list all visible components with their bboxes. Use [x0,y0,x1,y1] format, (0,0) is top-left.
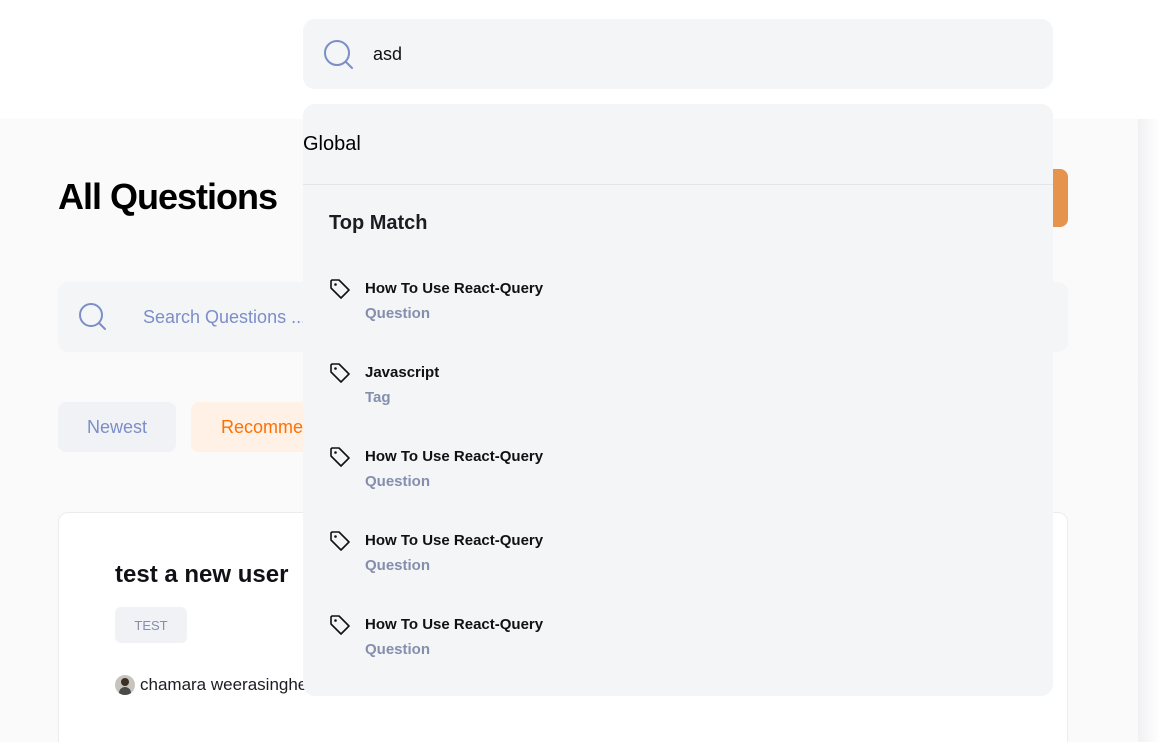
search-result-item[interactable]: Javascript Tag [329,362,829,412]
divider [303,184,1053,185]
tag-icon [330,447,350,467]
avatar [115,675,135,695]
result-type: Tag [365,389,391,406]
search-result-item[interactable]: How To Use React-Query Question [329,278,829,328]
global-search-input[interactable] [373,39,1013,69]
result-type: Question [365,557,431,574]
search-result-item[interactable]: How To Use React-Query Question [329,530,829,580]
page-title: All Questions [58,176,278,217]
filter-newest-button[interactable]: Newest [58,402,176,452]
question-tag[interactable]: TEST [115,607,187,643]
search-icon [324,40,353,69]
result-title: How To Use React-Query [365,280,544,297]
top-match-heading: Top Match [329,212,428,234]
global-search-bar[interactable] [303,19,1053,89]
result-title: How To Use React-Query [365,532,544,549]
search-result-item[interactable]: How To Use React-Query Question [329,446,829,496]
result-title: How To Use React-Query [365,448,544,465]
global-filter-label[interactable]: Global [303,133,361,156]
result-title: Javascript [365,364,440,381]
search-result-item[interactable]: How To Use React-Query Question [329,614,829,664]
author-name: chamara weerasinghe [140,675,308,694]
tag-icon [330,279,350,299]
question-title[interactable]: test a new user [115,561,288,589]
tag-icon [330,531,350,551]
tag-icon [330,615,350,635]
page: All Questions Search Questions ... Newes… [0,0,1160,742]
result-type: Question [365,473,431,490]
result-title: How To Use React-Query [365,616,544,633]
result-type: Question [365,641,431,658]
search-icon [79,303,106,330]
result-type: Question [365,305,431,322]
right-sidebar-edge [1138,119,1160,742]
global-search-results: Global Top Match How To Use React-Query … [303,104,1053,696]
tag-icon [330,363,350,383]
question-author[interactable]: chamara weerasinghe [115,675,307,695]
search-input[interactable]: Search Questions ... [143,307,306,328]
